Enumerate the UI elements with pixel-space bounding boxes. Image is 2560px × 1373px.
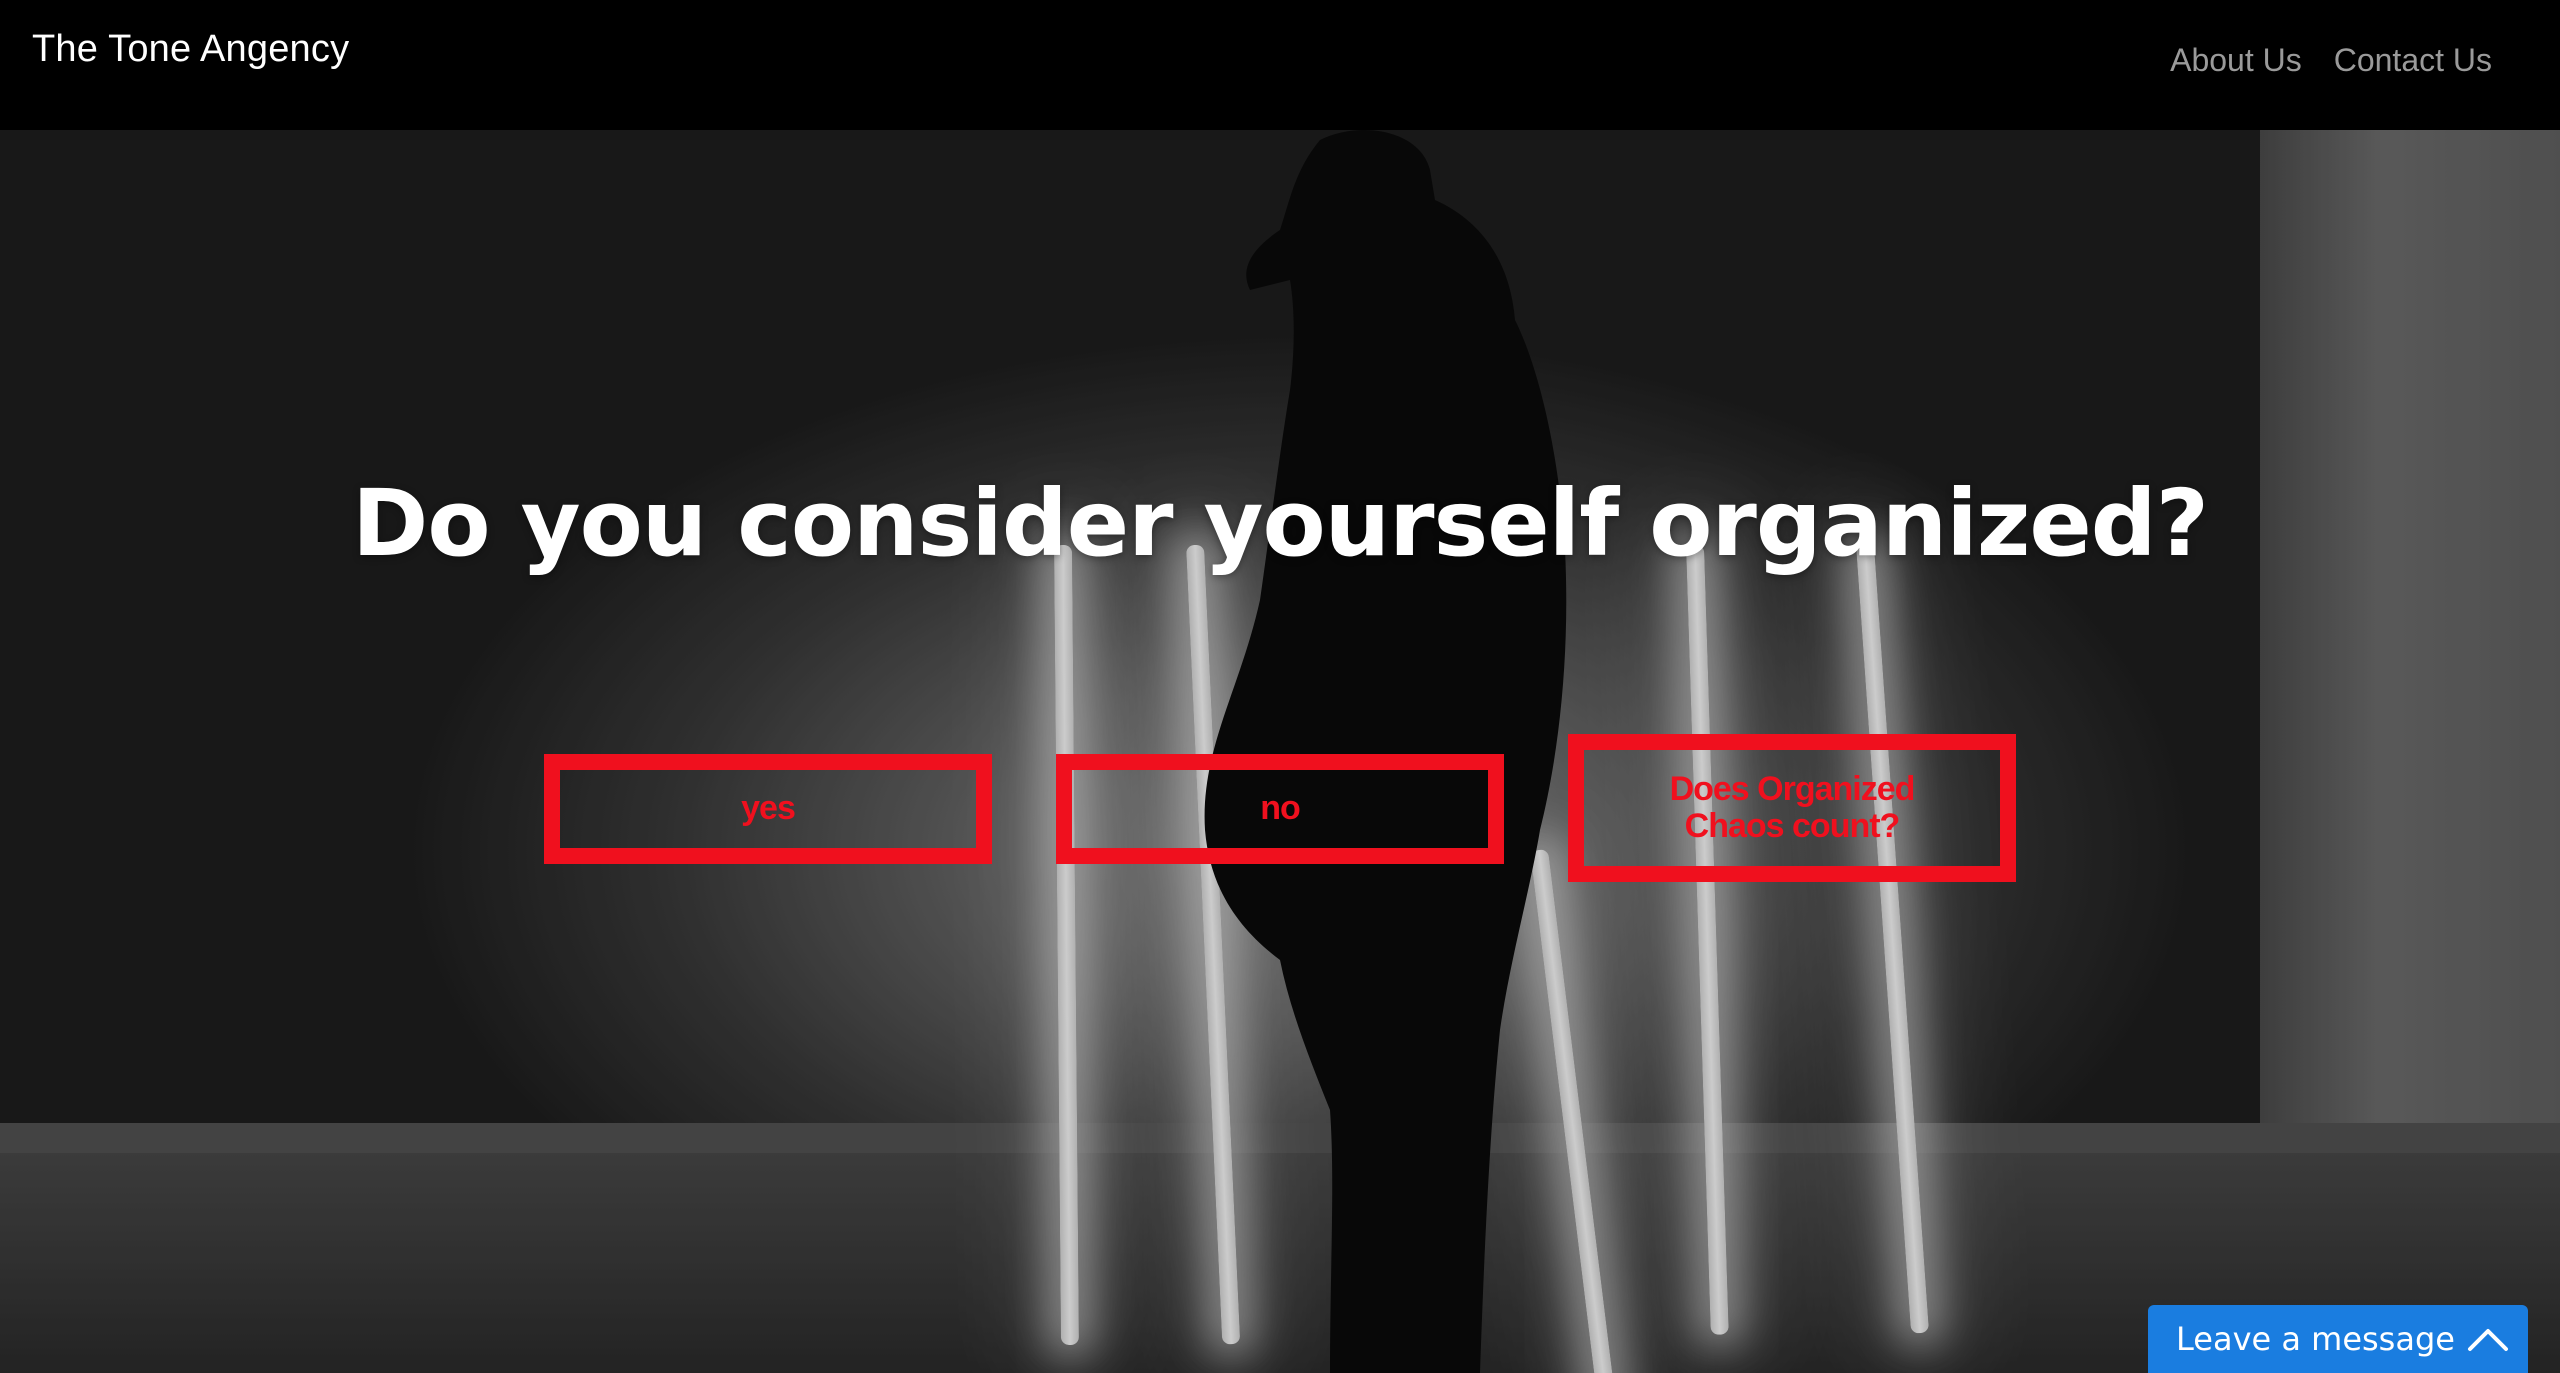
hero-section: Do you consider yourself organized? yes … [0,130,2560,1373]
quiz-question: Do you consider yourself organized? [352,470,2209,577]
top-navbar: The Tone Angency About Us Contact Us [0,0,2560,130]
brand-logo[interactable]: The Tone Angency [32,28,349,71]
chat-label: Leave a message [2176,1320,2455,1358]
leave-message-widget[interactable]: Leave a message [2148,1305,2528,1373]
answer-no-button[interactable]: no [1056,754,1504,864]
nav-links: About Us Contact Us [2170,42,2492,79]
answer-yes-button[interactable]: yes [544,754,992,864]
nav-contact-us[interactable]: Contact Us [2334,42,2492,79]
hero-overlay [0,130,2560,1373]
chevron-up-icon[interactable] [2466,1323,2510,1353]
nav-about-us[interactable]: About Us [2170,42,2302,79]
answer-organized-chaos-button[interactable]: Does Organized Chaos count? [1568,734,2016,882]
